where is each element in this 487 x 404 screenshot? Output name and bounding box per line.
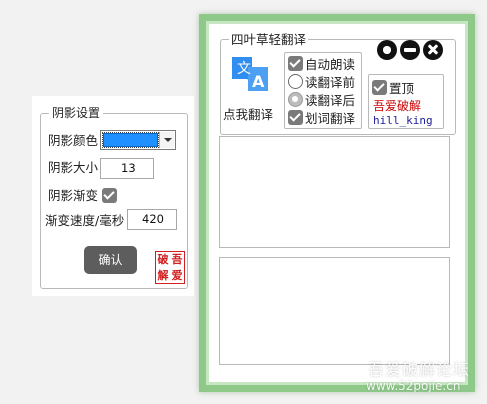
select-translate-label: 划词翻译 <box>305 111 356 126</box>
read-before-radio[interactable] <box>288 74 303 89</box>
svg-text:文: 文 <box>237 61 251 77</box>
read-before-label: 读翻译前 <box>305 75 356 90</box>
read-before-option[interactable]: 读翻译前 <box>288 73 355 90</box>
close-icon[interactable] <box>423 40 443 60</box>
shadow-settings-panel: 阴影设置 阴影颜色 阴影大小 13 阴影渐变 渐变速度/毫秒 420 确认 破 … <box>32 96 194 296</box>
seal-char: 解 <box>157 268 169 282</box>
shadow-size-input[interactable]: 13 <box>100 158 154 179</box>
auto-read-checkbox[interactable] <box>288 56 303 71</box>
read-after-radio[interactable] <box>288 92 303 107</box>
pin-checkbox[interactable] <box>372 80 387 95</box>
result-text-area[interactable] <box>219 257 450 365</box>
reading-options-group: 自动朗读 读翻译前 读翻译后 划词翻译 <box>284 52 362 129</box>
minimize-icon[interactable] <box>400 40 420 60</box>
confirm-button[interactable]: 确认 <box>84 246 137 274</box>
pin-label: 置顶 <box>389 81 415 96</box>
site-watermark-title: 吾爱破解论坛 <box>368 360 471 379</box>
site-watermark-url: www.52pojie.cn <box>366 379 461 393</box>
translate-button-label[interactable]: 点我翻译 <box>223 107 273 123</box>
shadow-color-swatch <box>102 132 159 148</box>
translator-window: 四叶草轻翻译 文 A 点我翻译 自动朗读 读翻译前 读翻译后 划词翻译 置顶 吾… <box>199 14 475 392</box>
svg-text:A: A <box>252 72 265 91</box>
select-translate-option[interactable]: 划词翻译 <box>288 109 355 126</box>
shadow-gradient-checkbox[interactable] <box>102 188 117 203</box>
shadow-settings-title: 阴影设置 <box>49 105 104 121</box>
shadow-size-label: 阴影大小 <box>48 160 99 175</box>
shadow-color-select[interactable] <box>100 130 176 150</box>
shadow-color-label: 阴影颜色 <box>48 133 99 148</box>
read-after-label: 读翻译后 <box>305 93 356 108</box>
gradient-speed-input[interactable]: 420 <box>127 209 177 230</box>
select-translate-checkbox[interactable] <box>288 110 303 125</box>
chevron-down-icon[interactable] <box>159 132 174 148</box>
source-text-area[interactable] <box>219 136 450 248</box>
pin-option[interactable]: 置顶 <box>372 78 414 97</box>
translate-icon[interactable]: 文 A <box>230 53 270 93</box>
pojie-seal-logo: 破 吾 解 爱 <box>155 251 185 284</box>
gear-icon[interactable] <box>377 40 397 60</box>
seal-char: 破 <box>157 253 169 267</box>
brand-name: 吾爱破解 <box>373 99 422 113</box>
window-title: 四叶草轻翻译 <box>229 32 309 48</box>
read-after-option[interactable]: 读翻译后 <box>288 91 355 108</box>
gradient-speed-label: 渐变速度/毫秒 <box>45 213 125 228</box>
brand-username: hill_king <box>373 114 433 127</box>
pin-group: 置顶 吾爱破解 hill_king <box>368 74 444 129</box>
auto-read-option[interactable]: 自动朗读 <box>288 55 355 72</box>
shadow-gradient-label: 阴影渐变 <box>48 188 99 203</box>
seal-char: 吾 <box>171 253 183 267</box>
auto-read-label: 自动朗读 <box>305 57 356 72</box>
seal-char: 爱 <box>171 268 183 282</box>
